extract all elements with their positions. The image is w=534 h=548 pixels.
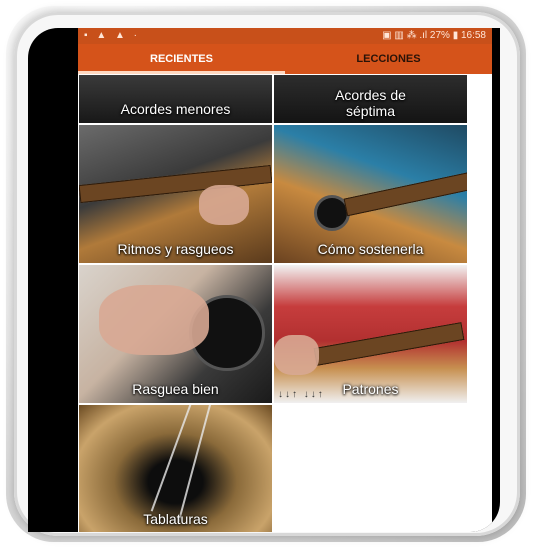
hand-image [274,335,319,375]
guitar-neck-image [313,322,465,366]
tab-lecciones[interactable]: LECCIONES [285,44,492,74]
tab-recientes[interactable]: RECIENTES [78,44,285,74]
lesson-card-rasguea-bien[interactable]: Rasguea bien [78,264,273,404]
lesson-card-label: Acordes de séptima [274,87,467,119]
hand-image [199,185,249,225]
notification-icons: ▪ ▲ ▲ · [84,30,141,41]
lesson-card-label: Patrones [342,381,399,397]
lesson-card-label-line1: Acordes de [335,87,406,103]
lesson-card-patrones[interactable]: ↓↓↑ ↓↓↑ Patrones [273,264,468,404]
guitar-neck-image [343,171,467,217]
lesson-grid: Acordes menores Acordes de séptima Ritmo… [78,74,492,532]
lesson-card-tablaturas[interactable]: Tablaturas [78,404,273,532]
lesson-card-label: Acordes menores [120,101,231,117]
lesson-card-label-line2: séptima [345,103,396,119]
lesson-card-como-sostenerla[interactable]: Cómo sostenerla [273,124,468,264]
lesson-card-label: Cómo sostenerla [317,241,424,257]
lesson-card-label: Tablaturas [143,511,208,527]
tab-bar: RECIENTES LECCIONES [78,44,492,74]
lesson-card-label: Ritmos y rasgueos [117,241,234,257]
tab-recientes-label: RECIENTES [150,53,213,65]
phone-screen: ▪ ▲ ▲ · ▣ ▥ ⁂ .ıl 27% ▮ 16:58 RECIENTES … [28,28,500,532]
lesson-card-ritmos-rasgueos[interactable]: Ritmos y rasgueos [78,124,273,264]
hand-image [99,285,209,355]
empty-grid-cell [273,404,468,532]
guitar-string-image [150,405,208,512]
tab-lecciones-label: LECCIONES [356,53,421,65]
status-indicators: ▣ ▥ ⁂ .ıl 27% ▮ 16:58 [382,30,486,41]
lesson-card-acordes-menores[interactable]: Acordes menores [78,74,273,124]
lesson-card-acordes-septima[interactable]: Acordes de séptima [273,74,468,124]
status-bar: ▪ ▲ ▲ · ▣ ▥ ⁂ .ıl 27% ▮ 16:58 [78,28,492,44]
lesson-card-label: Rasguea bien [132,381,219,397]
